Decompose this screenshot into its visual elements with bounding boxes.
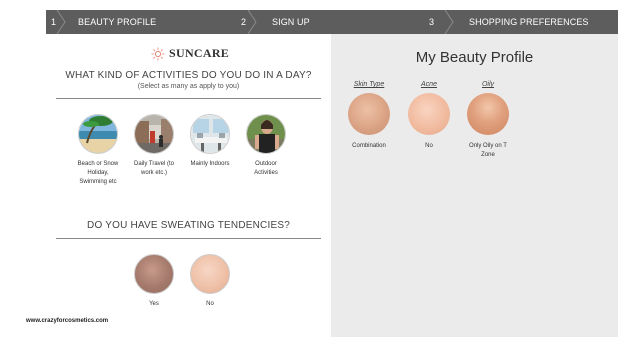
brand-logo: SUNCARE [151,46,229,61]
column-value: Only Oily on T [469,143,507,149]
step-sign-up[interactable]: 2 SIGN UP [236,10,424,34]
activities-question: WHAT KIND OF ACTIVITIES DO YOU DO IN A D… [65,70,312,81]
activity-option-daily-travel[interactable]: Daily Travel (to work etc.) [128,114,180,178]
divider [56,238,321,239]
brand-name: SUNCARE [169,46,230,60]
skin-type-image [348,93,390,135]
profile-skin-type[interactable]: Skin Type Combination [344,81,394,151]
column-value: Zone [481,152,495,158]
column-value: Combination [352,143,386,149]
step-shopping-preferences[interactable]: 3 SHOPPING PREFERENCES [424,10,618,34]
option-label: No [206,301,214,307]
divider [56,98,321,99]
option-label: Swimming etc [79,179,117,185]
sweating-option-yes[interactable]: Yes [128,254,180,309]
acne-image [408,93,450,135]
questionnaire-panel: SUNCARE WHAT KIND OF ACTIVITIES DO YOU D… [46,34,331,337]
dry-skin-image [190,254,230,294]
activities-hint: (Select as many as apply to you) [137,83,240,90]
profile-acne[interactable]: Acne No [404,81,454,151]
option-label: Beach or Snow [77,161,119,167]
option-label: Daily Travel (to [133,161,174,167]
sweating-question: DO YOU HAVE SWEATING TENDENCIES? [87,220,290,231]
profile-title: My Beauty Profile [415,49,534,66]
column-header: Skin Type [353,81,385,88]
step-beauty-profile[interactable]: 1 BEAUTY PROFILE [46,10,236,34]
option-label: Yes [149,301,159,307]
progress-steps: 1 BEAUTY PROFILE 2 SIGN UP 3 SHOPPING PR… [46,10,618,34]
step-label: SIGN UP [272,17,310,27]
sweating-option-no[interactable]: No [184,254,236,309]
oily-skin-image [467,93,509,135]
watermark-credit: www.crazyforcosmetics.com [26,318,109,324]
chevron-right-icon [247,10,257,34]
option-label: Holiday, [87,170,109,176]
step-label: SHOPPING PREFERENCES [469,17,589,27]
step-number: 3 [429,17,435,27]
street-image [134,114,174,154]
beach-image [78,114,118,154]
option-label: Mainly Indoors [190,161,230,167]
option-label: work etc.) [140,170,167,176]
sun-icon [151,47,165,60]
column-header: Acne [421,81,437,88]
indoor-image [190,114,230,154]
chevron-right-icon [444,10,454,34]
column-header: Oily [481,81,495,88]
activity-option-outdoor[interactable]: Outdoor Activities [240,114,292,178]
sweaty-skin-image [134,254,174,294]
chevron-right-icon [56,10,66,34]
activity-option-beach[interactable]: Beach or Snow Holiday, Swimming etc [72,114,124,187]
profile-oily[interactable]: Oily Only Oily on T Zone [463,81,513,160]
beauty-profile-panel: My Beauty Profile Skin Type Combination … [331,34,618,337]
option-label: Activities [254,170,278,176]
outdoor-image [246,114,286,154]
option-label: Outdoor [255,161,277,167]
column-value: No [425,143,433,149]
activity-option-indoors[interactable]: Mainly Indoors [184,114,236,169]
step-label: BEAUTY PROFILE [78,17,157,27]
